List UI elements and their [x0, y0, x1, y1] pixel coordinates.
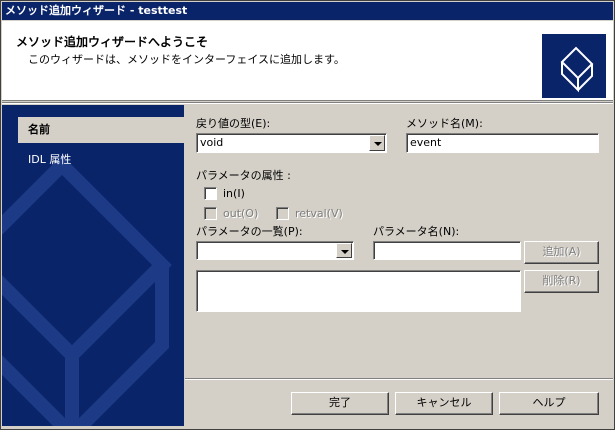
method-name-value: event [410, 136, 442, 149]
return-type-label: 戻り値の型(E): [196, 117, 271, 130]
header-separator [2, 102, 613, 104]
param-name-label: パラメータ名(N): [373, 225, 460, 238]
sidebar: 名前 IDL 属性 [2, 105, 184, 426]
sidebar-item-idl-attributes[interactable]: IDL 属性 [18, 147, 184, 173]
add-button[interactable]: 追加(A) [524, 241, 599, 264]
help-button[interactable]: ヘルプ [499, 392, 599, 415]
wizard-window: メソッド追加ウィザード - testtest メソッド追加ウィザードへようこそ … [0, 0, 615, 430]
param-list-label: パラメータの一覧(P): [196, 225, 303, 238]
in-label: in(I) [223, 187, 245, 200]
window-title: メソッド追加ウィザード - testtest [2, 2, 613, 20]
retval-label: retval(V) [295, 207, 343, 220]
finish-button[interactable]: 完了 [291, 392, 389, 415]
delete-button[interactable]: 削除(R) [524, 270, 599, 293]
method-name-label: メソッド名(M): [406, 117, 483, 130]
wizard-header: メソッド追加ウィザードへようこそ このウィザードは、メソッドをインターフェイスに… [2, 21, 613, 101]
retval-checkbox[interactable] [276, 207, 289, 220]
out-label: out(O) [223, 207, 259, 220]
chevron-down-icon[interactable] [369, 135, 385, 151]
in-checkbox[interactable] [204, 187, 217, 200]
param-name-input[interactable] [373, 241, 521, 260]
return-type-combobox[interactable]: void [196, 133, 387, 153]
wizard-cube-icon [542, 34, 606, 98]
parameter-listbox[interactable] [196, 270, 521, 312]
return-type-value: void [200, 136, 224, 149]
param-list-combobox[interactable] [196, 241, 354, 260]
footer-separator [185, 378, 613, 380]
cancel-button[interactable]: キャンセル [395, 392, 493, 415]
header-title: メソッド追加ウィザードへようこそ [16, 35, 209, 49]
method-name-input[interactable]: event [406, 133, 599, 153]
chevron-down-icon[interactable] [336, 243, 352, 258]
header-subtitle: このウィザードは、メソッドをインターフェイスに追加します。 [28, 53, 345, 66]
out-checkbox[interactable] [204, 207, 217, 220]
param-attr-label: パラメータの属性 : [196, 169, 291, 182]
sidebar-item-name[interactable]: 名前 [18, 117, 184, 143]
